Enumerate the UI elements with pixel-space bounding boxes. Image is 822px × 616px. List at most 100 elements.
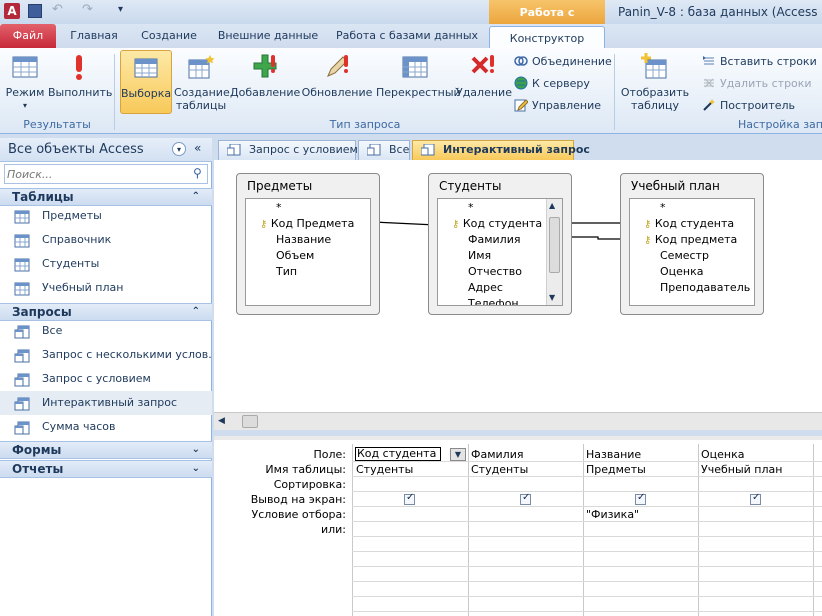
view-button[interactable]: Режим ▾: [4, 52, 46, 112]
primary-key-field[interactable]: ⚷ Код студента: [644, 217, 734, 230]
update-query-button[interactable]: Обновление: [300, 52, 374, 99]
field-item[interactable]: Отчество: [468, 265, 522, 278]
grid-criteria-cell[interactable]: "Физика": [586, 508, 639, 521]
crosstab-query-button[interactable]: Перекрестный: [376, 52, 461, 99]
tab-create[interactable]: Создание: [132, 24, 206, 48]
grid-field-cell-selected[interactable]: Код студента: [355, 447, 441, 461]
customize-qat-icon[interactable]: ▾: [118, 4, 123, 15]
data-definition-query-button[interactable]: Управление: [514, 98, 601, 112]
query-setup-group-label: Настройка запр: [738, 118, 822, 131]
nav-item-label: Студенты: [42, 257, 100, 270]
grid-field-cell[interactable]: Название: [586, 448, 641, 461]
doc-tab[interactable]: Все: [358, 140, 410, 160]
data-definition-pencil-icon: [514, 98, 529, 112]
nav-query-item[interactable]: Запрос с условием: [0, 367, 212, 391]
field-item[interactable]: Фамилия: [468, 233, 520, 246]
append-query-button[interactable]: Добавление: [230, 52, 300, 99]
field-item[interactable]: Тип: [276, 265, 297, 278]
nav-query-item[interactable]: Запрос с несколькими услов...: [0, 343, 212, 367]
tab-design[interactable]: Конструктор: [489, 26, 605, 48]
scroll-thumb[interactable]: [549, 217, 560, 273]
navigation-pane: Все объекты Access ▾ « ⚲ Таблицы ⌃ Предме…: [0, 138, 212, 616]
field-all[interactable]: *: [468, 201, 474, 214]
field-item[interactable]: Адрес: [468, 281, 503, 294]
undo-icon[interactable]: ↶: [52, 2, 63, 17]
scroll-thumb[interactable]: [242, 415, 258, 428]
nav-query-item-selected[interactable]: Интерактивный запрос: [0, 391, 212, 415]
grid-line: [352, 611, 822, 612]
field-item[interactable]: Оценка: [660, 265, 704, 278]
builder-wand-icon: [702, 98, 716, 112]
scroll-down-arrow-icon[interactable]: ▼: [549, 293, 555, 302]
upper-pane-horizontal-scrollbar[interactable]: ◀: [214, 412, 822, 430]
field-item[interactable]: Телефон: [468, 297, 519, 305]
tab-external-data[interactable]: Внешние данные: [212, 24, 324, 48]
builder-button[interactable]: Построитель: [702, 98, 795, 112]
primary-key-field[interactable]: ⚷ Код студента: [452, 217, 542, 230]
show-checkbox[interactable]: [635, 492, 646, 505]
tab-file[interactable]: Файл: [0, 24, 56, 48]
field-all[interactable]: *: [276, 201, 282, 214]
view-label: Режим: [5, 86, 45, 99]
run-button[interactable]: Выполнить: [48, 52, 112, 99]
show-checkbox[interactable]: [520, 492, 531, 505]
grid-table-cell[interactable]: Студенты: [471, 463, 528, 476]
nav-query-item[interactable]: Все: [0, 319, 212, 343]
results-group-label: Результаты: [23, 118, 91, 131]
nav-table-item[interactable]: Учебный план: [0, 276, 212, 300]
tab-database-tools[interactable]: Работа с базами данных: [332, 24, 482, 48]
field-list-scrollbar[interactable]: ▲ ▼: [546, 199, 562, 305]
doc-tab-active[interactable]: Интерактивный запрос: [412, 140, 590, 160]
scroll-left-arrow-icon[interactable]: ◀: [218, 416, 225, 426]
nav-header: Все объекты Access ▾ «: [0, 138, 212, 162]
nav-title[interactable]: Все объекты Access: [8, 142, 144, 157]
grid-field-cell[interactable]: Фамилия: [471, 448, 523, 461]
nav-table-item[interactable]: Предметы: [0, 204, 212, 228]
access-app-icon[interactable]: A: [4, 3, 20, 19]
scroll-up-arrow-icon[interactable]: ▲: [549, 201, 555, 210]
make-table-button[interactable]: Создание таблицы: [174, 52, 230, 112]
field-item[interactable]: Семестр: [660, 249, 709, 262]
field-item[interactable]: Название: [276, 233, 331, 246]
field-item[interactable]: Имя: [468, 249, 491, 262]
delete-rows-button[interactable]: Удалить строки: [702, 76, 812, 90]
table-box-curriculum[interactable]: Учебный план * ⚷ Код студента ⚷ Код пред…: [620, 173, 764, 315]
save-icon[interactable]: [28, 4, 42, 18]
field-item[interactable]: Объем: [276, 249, 314, 262]
table-box-subjects[interactable]: Предметы * ⚷ Код Предмета Название Объем…: [236, 173, 380, 315]
table-box-students[interactable]: Студенты * ⚷ Код студента Фамилия Имя От…: [428, 173, 572, 315]
section-forms[interactable]: Формы ⌄: [0, 441, 212, 459]
section-reports[interactable]: Отчеты ⌄: [0, 460, 212, 478]
search-icon[interactable]: ⚲: [193, 166, 202, 180]
show-checkbox[interactable]: [404, 492, 415, 505]
nav-menu-dropdown-icon[interactable]: ▾: [172, 142, 186, 156]
show-checkbox[interactable]: [750, 492, 761, 505]
redo-icon[interactable]: ↷: [82, 2, 93, 17]
primary-key-field[interactable]: ⚷ Код предмета: [644, 233, 737, 246]
delete-query-button[interactable]: Удаление: [456, 52, 512, 99]
insert-rows-icon: [702, 54, 716, 68]
nav-search-input[interactable]: [7, 166, 187, 182]
grid-field-cell[interactable]: Оценка: [701, 448, 745, 461]
shutter-bar-collapse-icon[interactable]: «: [194, 141, 201, 155]
insert-rows-button[interactable]: Вставить строки: [702, 54, 817, 68]
field-dropdown-arrow-icon[interactable]: ▼: [450, 448, 466, 461]
nav-table-item[interactable]: Справочник: [0, 228, 212, 252]
nav-table-item[interactable]: Студенты: [0, 252, 212, 276]
field-all[interactable]: *: [660, 201, 666, 214]
nav-item-label: Все: [42, 324, 63, 337]
tab-home[interactable]: Главная: [60, 24, 128, 48]
grid-table-cell[interactable]: Учебный план: [701, 463, 782, 476]
delete-query-label: Удаление: [456, 86, 512, 99]
grid-table-cell[interactable]: Предметы: [586, 463, 646, 476]
primary-key-field[interactable]: ⚷ Код Предмета: [260, 217, 354, 230]
union-query-button[interactable]: Объединение: [514, 54, 612, 68]
field-item[interactable]: Преподаватель: [660, 281, 750, 294]
nav-query-item[interactable]: Сумма часов: [0, 415, 212, 439]
grid-table-cell[interactable]: Студенты: [356, 463, 413, 476]
select-query-button[interactable]: Выборка: [120, 50, 172, 114]
chevron-up-icon: ⌃: [191, 191, 200, 202]
show-table-button[interactable]: Отобразить таблицу: [620, 52, 690, 112]
pass-through-query-button[interactable]: К серверу: [514, 76, 590, 90]
doc-tab[interactable]: Запрос с условием: [218, 140, 358, 160]
